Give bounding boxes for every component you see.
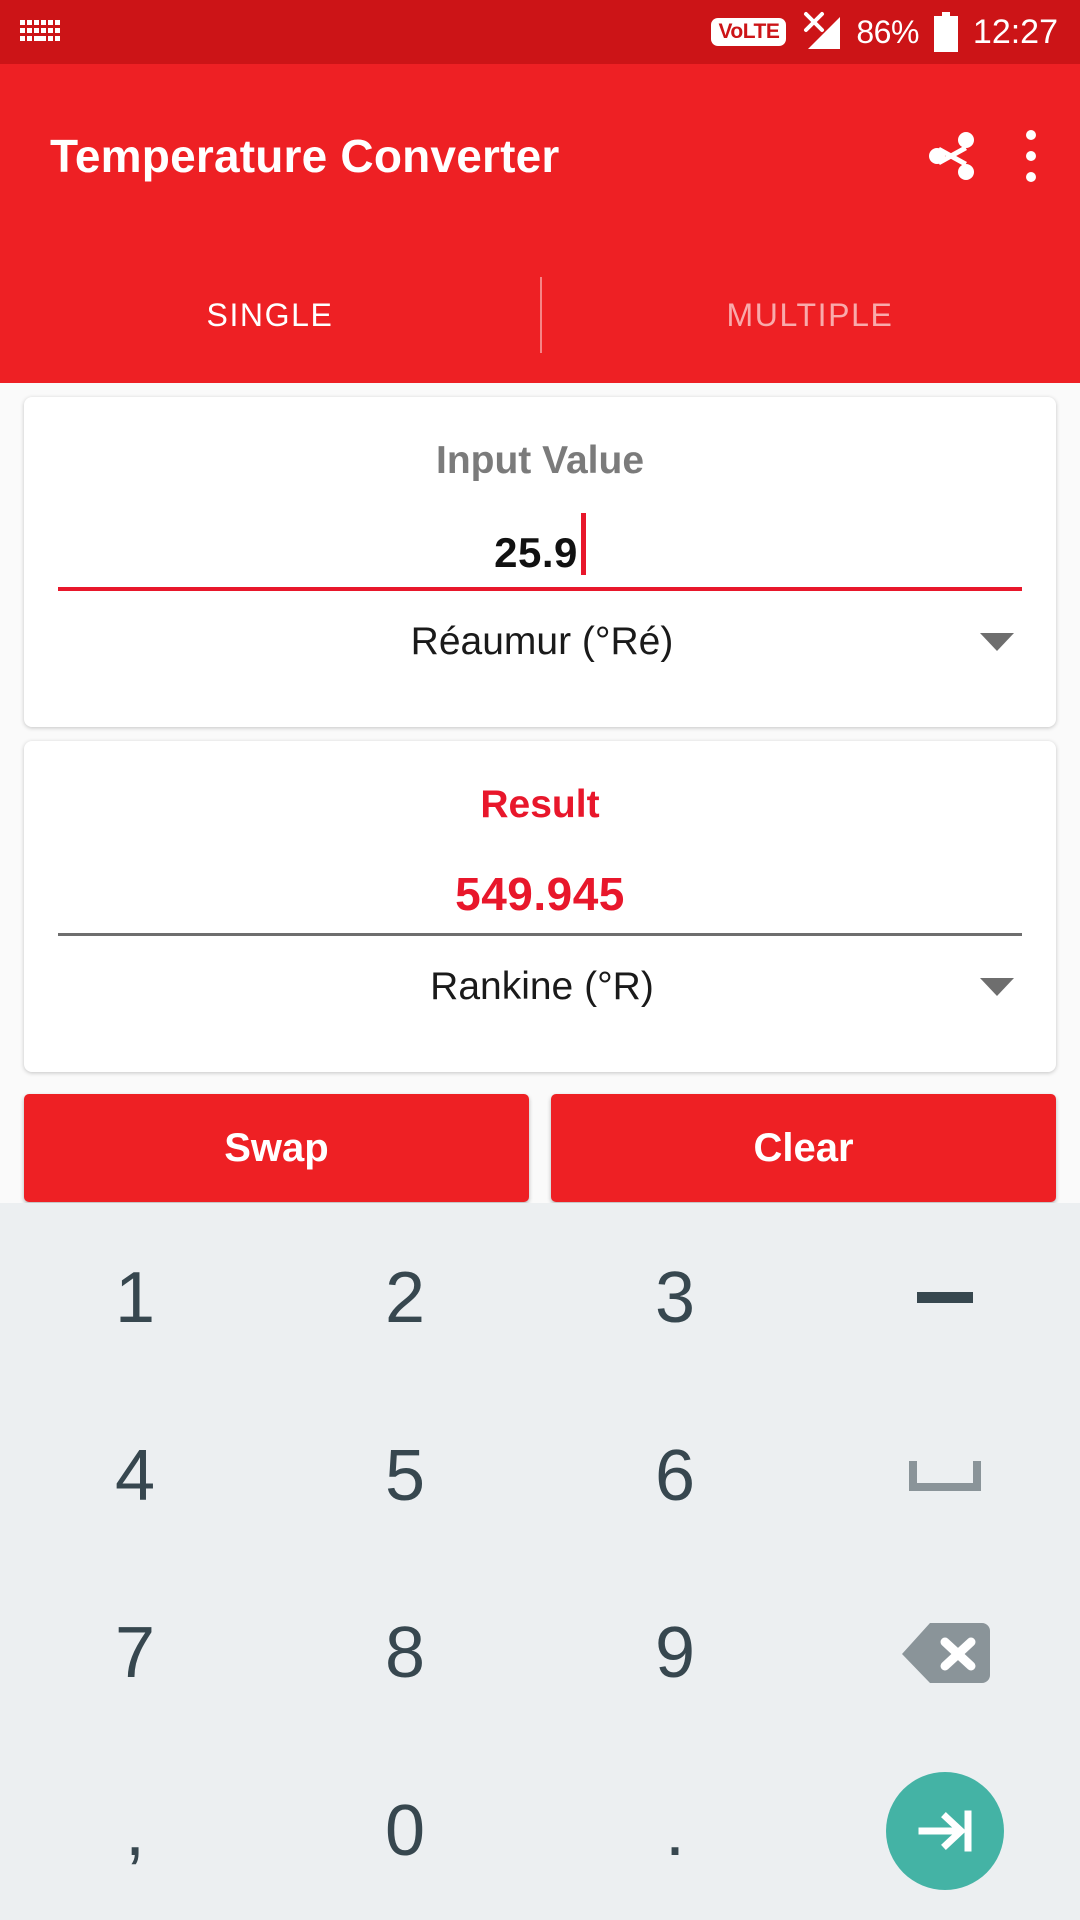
result-unit-label: Rankine (°R) [430, 965, 654, 1008]
key-minus[interactable] [810, 1209, 1080, 1387]
key-label: 4 [114, 1435, 156, 1516]
key-enter[interactable] [810, 1742, 1080, 1920]
space-icon [909, 1460, 981, 1491]
key-backspace[interactable] [810, 1565, 1080, 1743]
backspace-icon [902, 1623, 990, 1684]
key-5[interactable]: 5 [270, 1387, 540, 1565]
tab-bar: SINGLE MULTIPLE [0, 247, 1080, 383]
input-value-label: Input Value [435, 439, 645, 482]
volte-badge: VoLTE [711, 18, 787, 46]
status-bar-left [18, 17, 62, 47]
result-unit-dropdown[interactable]: Rankine (°R) [58, 936, 1022, 1038]
share-icon[interactable] [926, 130, 978, 182]
clock-label: 12:27 [972, 12, 1058, 51]
key-label: 7 [114, 1613, 156, 1694]
key-label: 0 [384, 1791, 426, 1872]
key-label: 6 [654, 1435, 696, 1516]
keyboard-icon [18, 17, 62, 47]
tab-single[interactable]: SINGLE [0, 247, 540, 383]
minus-icon [917, 1292, 973, 1304]
key-space[interactable] [810, 1387, 1080, 1565]
main-content: Input Value 25.9 Réaumur (°Ré) Result 54… [0, 397, 1080, 1202]
overflow-dot [1026, 129, 1036, 140]
key-3[interactable]: 3 [540, 1209, 810, 1387]
input-value-row[interactable]: 25.9 [58, 489, 1022, 577]
app-bar-actions [926, 129, 1052, 182]
overflow-dot [1026, 171, 1036, 182]
key-period[interactable]: . [540, 1742, 810, 1920]
numeric-keyboard: 1 2 3 4 5 6 7 8 9, 0. [0, 1203, 1080, 1920]
keyboard-row: 1 2 3 [0, 1209, 1080, 1387]
key-label: 2 [384, 1257, 426, 1338]
key-label: , [124, 1791, 145, 1872]
key-7[interactable]: 7 [0, 1565, 270, 1743]
key-4[interactable]: 4 [0, 1387, 270, 1565]
app-bar: Temperature Converter [0, 64, 1080, 247]
status-bar: VoLTE 86% 12:27 [0, 0, 1080, 64]
overflow-dot [1026, 150, 1036, 161]
result-value-text: 549.945 [455, 868, 625, 920]
battery-percent-label: 86% [856, 13, 919, 50]
key-0[interactable]: 0 [270, 1742, 540, 1920]
key-2[interactable]: 2 [270, 1209, 540, 1387]
keyboard-row: , 0. [0, 1742, 1080, 1920]
key-label: 3 [654, 1257, 696, 1338]
input-unit-dropdown[interactable]: Réaumur (°Ré) [58, 591, 1022, 693]
page-title: Temperature Converter [50, 129, 560, 182]
input-unit-label: Réaumur (°Ré) [410, 620, 674, 663]
key-label: 1 [114, 1257, 156, 1338]
key-label: 8 [384, 1613, 426, 1694]
status-bar-right: VoLTE 86% 12:27 [711, 11, 1058, 53]
chevron-down-icon [980, 633, 1014, 651]
swap-button[interactable]: Swap [24, 1094, 529, 1202]
text-cursor [580, 513, 586, 575]
key-8[interactable]: 8 [270, 1565, 540, 1743]
key-6[interactable]: 6 [540, 1387, 810, 1565]
key-comma[interactable]: , [0, 1742, 270, 1920]
action-button-row: Swap Clear [24, 1094, 1056, 1202]
tab-multiple[interactable]: MULTIPLE [540, 247, 1080, 383]
input-card: Input Value 25.9 Réaumur (°Ré) [24, 397, 1056, 727]
keyboard-row: 7 8 9 [0, 1565, 1080, 1743]
key-label: 5 [384, 1435, 426, 1516]
battery-icon [933, 12, 959, 52]
key-9[interactable]: 9 [540, 1565, 810, 1743]
chevron-down-icon [980, 978, 1014, 996]
enter-key-icon [886, 1772, 1004, 1891]
overflow-menu-icon[interactable] [1026, 129, 1036, 182]
clear-button[interactable]: Clear [551, 1094, 1056, 1202]
keyboard-row: 4 5 6 [0, 1387, 1080, 1565]
key-label: 9 [654, 1613, 696, 1694]
result-card: Result 549.945 Rankine (°R) [24, 741, 1056, 1072]
tab-divider [540, 277, 542, 353]
key-label: . [664, 1791, 685, 1872]
result-value-row: 549.945 [58, 833, 1022, 921]
signal-no-service-icon [800, 11, 842, 53]
key-1[interactable]: 1 [0, 1209, 270, 1387]
input-value-text: 25.9 [494, 529, 578, 576]
result-label: Result [480, 783, 600, 826]
